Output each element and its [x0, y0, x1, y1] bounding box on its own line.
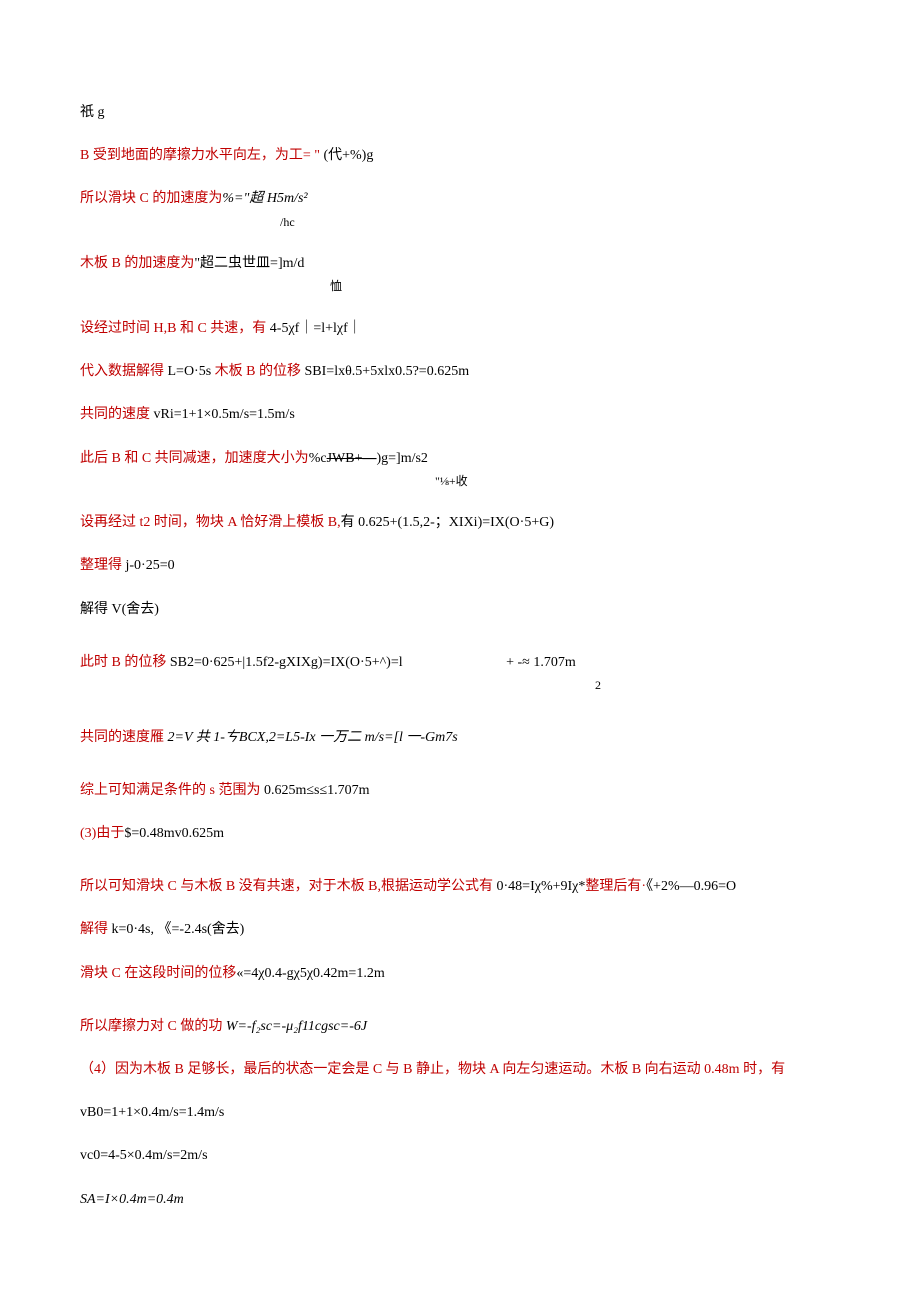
- text-line: （4）因为木板 B 足够长，最后的状态一定会是 C 与 B 静止，物块 A 向左…: [80, 1057, 840, 1082]
- text: "超二虫世皿=]m/d: [194, 256, 304, 271]
- text: 《+2%—0.96=O: [646, 879, 736, 894]
- text-red: 共同的速度: [80, 407, 154, 422]
- text-line: B 受到地面的摩擦力水平向左，为工= " (代+%)g: [80, 143, 840, 168]
- text-red: 共同的速度雁: [80, 730, 168, 745]
- text-red: 整理得: [80, 558, 126, 573]
- text: «=4χ0.4-gχ5χ0.42m=1.2m: [236, 966, 384, 981]
- text-line: 共同的速度雁 2=V 共 1-ㄘBCX,2=L5-Ix 一万二 m/s=[l 一…: [80, 725, 840, 750]
- text-red: 代入数据解得: [80, 364, 168, 379]
- text-line: 代入数据解得 L=O·5s 木板 B 的位移 SBI=lxθ.5+5xlx0.5…: [80, 359, 840, 384]
- text: (代+%)g: [323, 148, 373, 163]
- text-red: 所以摩擦力对 C 做的功: [80, 1019, 226, 1034]
- text: $=0.48mv0.625m: [124, 826, 224, 841]
- text-red: 整理后有·: [585, 879, 646, 894]
- text-red: 木板 B 的加速度为: [80, 256, 194, 271]
- text-line: 滑块 C 在这段时间的位移«=4χ0.4-gχ5χ0.42m=1.2m: [80, 961, 840, 986]
- text-red: 所以可知滑块 C 与木板 B 没有共速，对于木板 B,根据运动学公式有: [80, 879, 497, 894]
- text-line: vB0=1+1×0.4m/s=1.4m/s: [80, 1100, 840, 1125]
- text-strike: JWB+—: [327, 451, 377, 466]
- text-line: 所以滑块 C 的加速度为%="超 H5m/s² /hc: [80, 186, 840, 233]
- text-line: 所以可知滑块 C 与木板 B 没有共速，对于木板 B,根据运动学公式有 0·48…: [80, 874, 840, 899]
- text-red: 解得: [80, 922, 112, 937]
- text-line: 整理得 j-0·25=0: [80, 553, 840, 578]
- subscript-note: "⅛+收: [435, 471, 840, 493]
- text-red: B 受到地面的摩擦力水平向左，为工= ": [80, 148, 323, 163]
- text: 祇 g: [80, 105, 105, 120]
- text: 0.625m≤s≤1.707m: [264, 783, 370, 798]
- text-line: SA=I×0.4m=0.4m: [80, 1187, 840, 1212]
- text-red: 综上可知满足条件的 s 范围为: [80, 783, 264, 798]
- text-line: 此后 B 和 C 共同减速，加速度大小为%cJWB+—)g=]m/s2 "⅛+收: [80, 446, 840, 493]
- text: %c: [309, 451, 327, 466]
- text: vc0=4-5×0.4m/s=2m/s: [80, 1148, 208, 1163]
- text-line: 综上可知满足条件的 s 范围为 0.625m≤s≤1.707m: [80, 778, 840, 803]
- text-line: 所以摩擦力对 C 做的功 W=-f₂sc=-μ₂f11cgsc=-6J: [80, 1014, 840, 1039]
- text-line: 设再经过 t2 时间，物块 A 恰好滑上模板 B,有 0.625+(1.5,2-…: [80, 510, 840, 535]
- text: SA=I×0.4m=0.4m: [80, 1192, 184, 1207]
- text-line: vc0=4-5×0.4m/s=2m/s: [80, 1143, 840, 1168]
- text-line: 木板 B 的加速度为"超二虫世皿=]m/d 恤: [80, 251, 840, 298]
- text: 4-5χf｜=l+lχf｜: [270, 321, 362, 336]
- text-line: 祇 g: [80, 100, 840, 125]
- text: 《=-2.4s(舍去): [158, 922, 245, 937]
- text-red: 此后 B 和 C 共同减速，加速度大小为: [80, 451, 309, 466]
- text-line: 共同的速度 vRi=1+1×0.5m/s=1.5m/s: [80, 402, 840, 427]
- text: L=O·5s: [168, 364, 215, 379]
- document-page: 祇 g B 受到地面的摩擦力水平向左，为工= " (代+%)g 所以滑块 C 的…: [0, 0, 920, 1290]
- text: 解得 V(舍去): [80, 602, 159, 617]
- text-red: 设经过时间 H,B 和 C 共速，有: [80, 321, 270, 336]
- fraction-denom: 2: [595, 675, 840, 697]
- text-red: 木板 B 的位移: [215, 364, 305, 379]
- text: vB0=1+1×0.4m/s=1.4m/s: [80, 1105, 224, 1120]
- text: SBI=lxθ.5+5xlx0.5?=0.625m: [305, 364, 470, 379]
- text: %="超 H5m/s²: [222, 191, 307, 206]
- text: 2=V 共 1-ㄘBCX,2=L5-Ix 一万二 m/s=[l 一-Gm7s: [168, 730, 458, 745]
- text-red: 此时 B 的位移: [80, 655, 170, 670]
- subscript-note: 恤: [330, 276, 840, 298]
- text: SB2=0·625+|1.5f2-gXIXg)=IX(O·5+^)=l: [170, 655, 403, 670]
- text: j-0·25=0: [126, 558, 175, 573]
- text-red: （4）因为木板 B 足够长，最后的状态一定会是 C 与 B 静止，物块 A 向左…: [80, 1062, 785, 1077]
- text: W=-f₂sc=-μ₂f11cgsc=-6J: [226, 1019, 367, 1034]
- text-red: 设再经过 t2 时间，物块 A 恰好滑上模板 B,: [80, 515, 341, 530]
- text: 有 0.625+(1.5,2-；XIXi)=IX(O·5+G): [341, 515, 554, 530]
- text-right: + -≈ 1.707m: [506, 650, 576, 675]
- text-line: (3)由于$=0.48mv0.625m: [80, 821, 840, 846]
- subscript-note: /hc: [280, 212, 840, 234]
- text-line: 设经过时间 H,B 和 C 共速，有 4-5χf｜=l+lχf｜: [80, 316, 840, 341]
- text-line: 此时 B 的位移 SB2=0·625+|1.5f2-gXIXg)=IX(O·5+…: [80, 650, 840, 697]
- text-red: 所以滑块 C 的加速度为: [80, 191, 222, 206]
- text: vRi=1+1×0.5m/s=1.5m/s: [154, 407, 295, 422]
- text-line: 解得 V(舍去): [80, 597, 840, 622]
- text-red: 滑块 C 在这段时间的位移: [80, 966, 236, 981]
- text-red: (3)由于: [80, 826, 124, 841]
- text: k=0·4s,: [112, 922, 158, 937]
- text-line: 解得 k=0·4s, 《=-2.4s(舍去): [80, 917, 840, 942]
- text: 0·48=Iχ%+9Iχ*: [497, 879, 586, 894]
- text: )g=]m/s2: [376, 451, 427, 466]
